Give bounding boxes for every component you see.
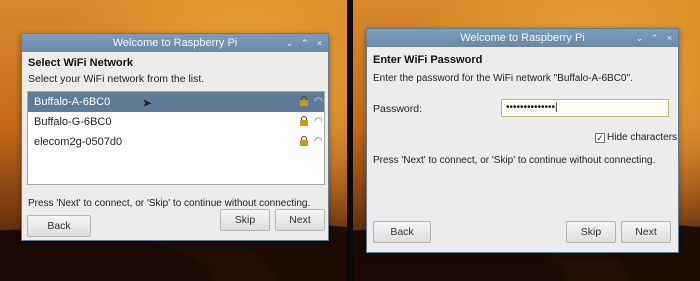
maximize-icon[interactable]: ⌃: [650, 29, 659, 47]
mouse-cursor-icon: ➤: [142, 96, 153, 110]
wifi-signal-icon: ◠: [314, 116, 323, 127]
instruction-text: Select your WiFi network from the list.: [28, 73, 205, 85]
wifi-signal-icon: ◠: [314, 136, 323, 147]
footer-text: Press 'Next' to connect, or 'Skip' to co…: [28, 198, 311, 209]
network-ssid: elecom2g-0507d0: [34, 136, 123, 148]
close-icon[interactable]: ×: [315, 34, 324, 52]
network-row-elecom[interactable]: elecom2g-0507d0 ◠: [28, 132, 324, 152]
instruction-text: Enter the password for the WiFi network …: [373, 73, 633, 84]
lock-icon: [300, 116, 308, 126]
minimize-icon[interactable]: ⌄: [635, 29, 644, 47]
lock-icon: [300, 96, 308, 106]
footer-text: Press 'Next' to connect, or 'Skip' to co…: [373, 155, 656, 166]
network-ssid: Buffalo-G-6BC0: [34, 116, 112, 128]
next-button[interactable]: Next: [621, 221, 671, 243]
maximize-icon[interactable]: ⌃: [300, 34, 309, 52]
password-input[interactable]: ••••••••••••••|: [501, 99, 669, 117]
page-heading: Select WiFi Network: [28, 57, 134, 69]
left-photo: Welcome to Raspberry Pi ⌄ ⌃ × Select WiF…: [0, 0, 347, 281]
page-heading: Enter WiFi Password: [373, 54, 483, 66]
network-row-buffalo-a[interactable]: Buffalo-A-6BC0 ◠: [28, 92, 324, 112]
close-icon[interactable]: ×: [665, 29, 674, 47]
wifi-signal-icon: ◠: [314, 96, 323, 107]
password-label: Password:: [373, 103, 423, 115]
network-row-buffalo-g[interactable]: Buffalo-G-6BC0 ◠: [28, 112, 324, 132]
back-button[interactable]: Back: [27, 215, 91, 237]
next-button[interactable]: Next: [275, 209, 325, 231]
window-title: Welcome to Raspberry Pi: [460, 32, 585, 44]
wifi-select-window: Welcome to Raspberry Pi ⌄ ⌃ × Select WiF…: [21, 33, 329, 241]
network-ssid: Buffalo-A-6BC0: [34, 96, 111, 108]
window-titlebar[interactable]: Welcome to Raspberry Pi ⌄ ⌃ ×: [367, 29, 678, 47]
wifi-password-window: Welcome to Raspberry Pi ⌄ ⌃ × Enter WiFi…: [366, 28, 679, 253]
minimize-icon[interactable]: ⌄: [285, 34, 294, 52]
hide-characters-label: Hide characters: [607, 132, 678, 143]
right-photo: Welcome to Raspberry Pi ⌄ ⌃ × Enter WiFi…: [353, 0, 700, 281]
lock-icon: [300, 136, 308, 146]
skip-button[interactable]: Skip: [220, 209, 270, 231]
network-list[interactable]: Buffalo-A-6BC0 ◠ Buffalo-G-6BC0 ◠ elecom…: [27, 91, 325, 185]
back-button[interactable]: Back: [373, 221, 431, 243]
window-titlebar[interactable]: Welcome to Raspberry Pi ⌄ ⌃ ×: [22, 34, 328, 52]
skip-button[interactable]: Skip: [566, 221, 616, 243]
hide-characters-checkbox[interactable]: ✓: [595, 133, 605, 143]
window-title: Welcome to Raspberry Pi: [112, 37, 238, 49]
